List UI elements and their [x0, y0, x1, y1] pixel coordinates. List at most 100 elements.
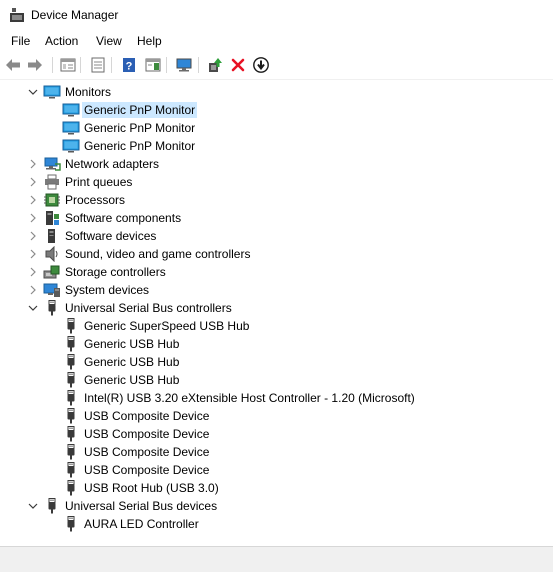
- toolbar-separator: [198, 57, 199, 73]
- software-component-icon: [43, 210, 61, 226]
- chevron-right-icon[interactable]: [25, 282, 41, 298]
- chevron-right-icon[interactable]: [25, 156, 41, 172]
- category-label: System devices: [65, 283, 150, 297]
- usb-icon: [62, 444, 80, 460]
- category-label: Software components: [65, 211, 182, 225]
- usb-icon: [62, 462, 80, 478]
- category-label: Sound, video and game controllers: [65, 247, 251, 261]
- toolbar-separator: [166, 57, 167, 73]
- device-label: USB Composite Device: [84, 427, 210, 441]
- chevron-right-icon[interactable]: [25, 228, 41, 244]
- tree-device-item[interactable]: USB Composite Device: [0, 407, 553, 425]
- disable-device-icon[interactable]: [252, 56, 270, 74]
- scan-hardware-icon[interactable]: [175, 56, 193, 74]
- menu-file[interactable]: File: [11, 33, 30, 49]
- printer-icon: [43, 174, 61, 190]
- chevron-down-icon[interactable]: [25, 300, 41, 316]
- back-icon[interactable]: [4, 56, 22, 74]
- menu-help[interactable]: Help: [137, 33, 162, 49]
- tree-category-monitors[interactable]: Monitors: [0, 83, 553, 101]
- chevron-right-icon[interactable]: [25, 246, 41, 262]
- device-manager-app-icon: [9, 7, 25, 23]
- action-pane-icon[interactable]: [144, 56, 162, 74]
- storage-controller-icon: [43, 264, 61, 280]
- tree-device-item[interactable]: AURA LED Controller: [0, 515, 553, 533]
- device-label: Generic USB Hub: [84, 337, 180, 351]
- tree-category-software-components[interactable]: Software components: [0, 209, 553, 227]
- category-label: Universal Serial Bus devices: [65, 499, 218, 513]
- device-label: USB Root Hub (USB 3.0): [84, 481, 219, 495]
- tree-device-item[interactable]: Generic PnP Monitor: [0, 137, 553, 155]
- category-label: Storage controllers: [65, 265, 166, 279]
- device-label: Generic PnP Monitor: [84, 139, 196, 153]
- monitor-icon: [62, 120, 80, 136]
- forward-icon[interactable]: [26, 56, 44, 74]
- device-label: Generic PnP Monitor: [82, 102, 198, 118]
- tree-device-item[interactable]: USB Composite Device: [0, 443, 553, 461]
- device-label: Generic USB Hub: [84, 373, 180, 387]
- toolbar-separator: [52, 57, 53, 73]
- tree-device-item[interactable]: Generic PnP Monitor: [0, 101, 553, 119]
- usb-icon: [62, 354, 80, 370]
- tree-device-item[interactable]: Generic USB Hub: [0, 353, 553, 371]
- tree-device-item[interactable]: USB Composite Device: [0, 461, 553, 479]
- menu-action[interactable]: Action: [45, 33, 78, 49]
- tree-category-universal-serial-bus-devices[interactable]: Universal Serial Bus devices: [0, 497, 553, 515]
- tree-device-item[interactable]: Generic USB Hub: [0, 371, 553, 389]
- tree-category-print-queues[interactable]: Print queues: [0, 173, 553, 191]
- uninstall-device-icon[interactable]: [229, 56, 247, 74]
- update-driver-icon[interactable]: [206, 56, 224, 74]
- tree-device-item[interactable]: Generic PnP Monitor: [0, 119, 553, 137]
- chevron-down-icon[interactable]: [25, 84, 41, 100]
- usb-icon: [62, 480, 80, 496]
- tree-category-sound-video-and-game-controllers[interactable]: Sound, video and game controllers: [0, 245, 553, 263]
- monitor-icon: [43, 84, 61, 100]
- tree-category-system-devices[interactable]: System devices: [0, 281, 553, 299]
- device-label: USB Composite Device: [84, 409, 210, 423]
- device-tree: Monitors Generic PnP Monitor Generic PnP M…: [0, 83, 553, 546]
- tree-device-item[interactable]: Generic USB Hub: [0, 335, 553, 353]
- help-icon[interactable]: ?: [120, 56, 138, 74]
- device-label: USB Composite Device: [84, 445, 210, 459]
- menu-bar: File Action View Help: [0, 30, 553, 52]
- software-device-icon: [43, 228, 61, 244]
- category-label: Universal Serial Bus controllers: [65, 301, 232, 315]
- category-label: Network adapters: [65, 157, 160, 171]
- chevron-right-icon[interactable]: [25, 174, 41, 190]
- properties-icon[interactable]: [89, 56, 107, 74]
- usb-icon: [43, 300, 61, 316]
- show-hide-console-tree-icon[interactable]: [59, 56, 77, 74]
- toolbar-separator: [111, 57, 112, 73]
- chevron-right-icon[interactable]: [25, 192, 41, 208]
- title-bar: Device Manager: [0, 0, 553, 30]
- device-label: Generic SuperSpeed USB Hub: [84, 319, 250, 333]
- category-label: Processors: [65, 193, 126, 207]
- tree-category-storage-controllers[interactable]: Storage controllers: [0, 263, 553, 281]
- usb-icon: [62, 372, 80, 388]
- system-device-icon: [43, 282, 61, 298]
- tree-device-item[interactable]: USB Root Hub (USB 3.0): [0, 479, 553, 497]
- tree-device-item[interactable]: Generic SuperSpeed USB Hub: [0, 317, 553, 335]
- chevron-right-icon[interactable]: [25, 264, 41, 280]
- tree-category-processors[interactable]: Processors: [0, 191, 553, 209]
- tree-device-item[interactable]: USB Composite Device: [0, 425, 553, 443]
- category-label: Software devices: [65, 229, 157, 243]
- tree-category-network-adapters[interactable]: Network adapters: [0, 155, 553, 173]
- tree-category-universal-serial-bus-controllers[interactable]: Universal Serial Bus controllers: [0, 299, 553, 317]
- device-label: Generic PnP Monitor: [84, 121, 196, 135]
- monitor-icon: [62, 102, 80, 118]
- device-label: Intel(R) USB 3.20 eXtensible Host Contro…: [84, 391, 415, 405]
- usb-icon: [62, 390, 80, 406]
- status-bar: [0, 546, 553, 572]
- tree-device-item[interactable]: Intel(R) USB 3.20 eXtensible Host Contro…: [0, 389, 553, 407]
- usb-icon: [43, 498, 61, 514]
- usb-icon: [62, 336, 80, 352]
- category-label: Monitors: [65, 85, 112, 99]
- chevron-right-icon[interactable]: [25, 210, 41, 226]
- toolbar-separator: [80, 57, 81, 73]
- chevron-down-icon[interactable]: [25, 498, 41, 514]
- monitor-icon: [62, 138, 80, 154]
- menu-view[interactable]: View: [96, 33, 122, 49]
- tree-category-software-devices[interactable]: Software devices: [0, 227, 553, 245]
- window-title: Device Manager: [31, 8, 119, 22]
